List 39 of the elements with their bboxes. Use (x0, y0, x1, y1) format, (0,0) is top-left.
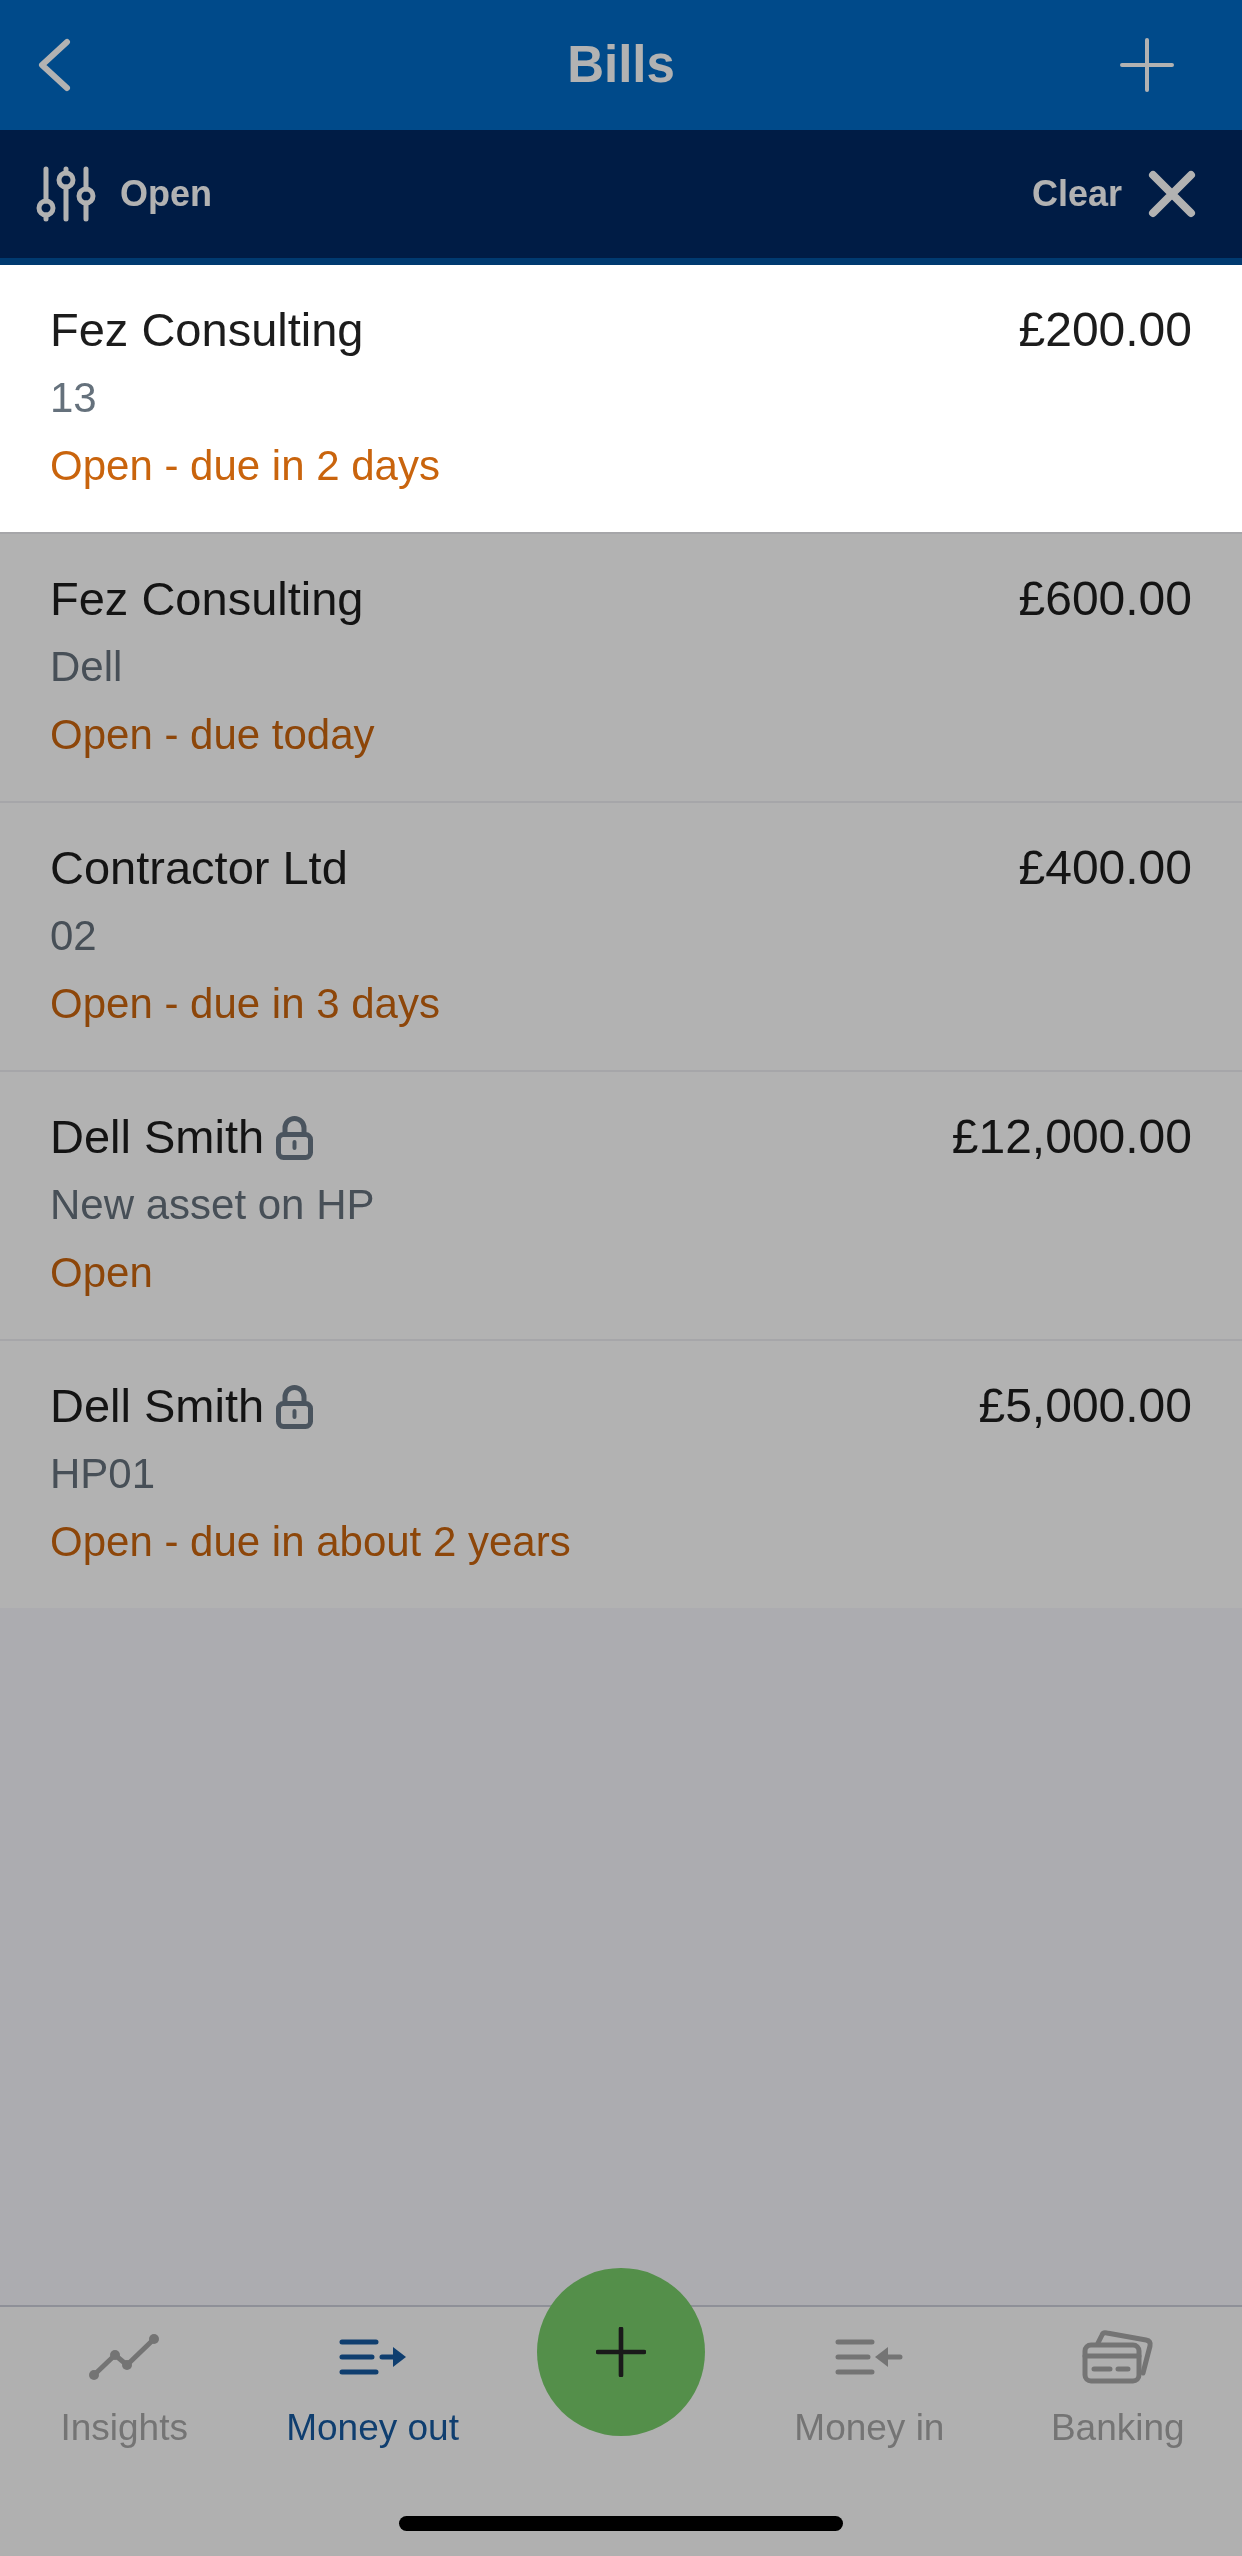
bill-reference: 02 (50, 911, 97, 961)
payee-name: Dell Smith (50, 1109, 265, 1165)
back-button[interactable] (36, 38, 72, 92)
bill-amount: £200.00 (1018, 302, 1192, 358)
chevron-left-icon (36, 38, 72, 92)
bill-status: Open - due today (50, 710, 375, 760)
payee-name: Dell Smith (50, 1378, 265, 1434)
plus-icon (596, 2327, 646, 2377)
payee-name: Contractor Ltd (50, 840, 348, 896)
line-chart-icon (87, 2332, 162, 2382)
bill-row[interactable]: Dell Smith HP01 Open - due in about 2 years £5,000.00 (0, 1339, 1242, 1608)
payee-name: Fez Consulting (50, 302, 364, 358)
bill-status: Open - due in 3 days (50, 979, 440, 1029)
bill-status: Open (50, 1248, 153, 1298)
tab-button[interactable]: Money out (286, 2307, 459, 2450)
add-button[interactable] (1120, 38, 1174, 92)
close-icon (1148, 170, 1196, 218)
bill-row[interactable]: Fez Consulting Dell Open - due today £600.00 (0, 532, 1242, 801)
plus-icon (1120, 38, 1174, 92)
bill-amount: £600.00 (1018, 571, 1192, 627)
bill-reference: HP01 (50, 1449, 156, 1499)
clear-button[interactable]: Clear (1031, 170, 1196, 218)
bill-reference: New asset on HP (50, 1180, 375, 1230)
lines-arrow-left-icon (834, 2337, 905, 2377)
bill-amount: £12,000.00 (951, 1109, 1192, 1165)
bill-status: Open - due in 2 days (50, 441, 440, 491)
payee-name: Fez Consulting (50, 571, 364, 627)
sliders-icon (36, 166, 96, 222)
lines-arrow-right-icon (337, 2337, 408, 2377)
bill-amount: £5,000.00 (978, 1378, 1192, 1434)
bill-reference: Dell (50, 642, 123, 692)
bill-reference: 13 (50, 373, 97, 423)
filter-button[interactable]: Open (36, 166, 212, 222)
cards-icon (1081, 2329, 1154, 2385)
bill-amount: £400.00 (1018, 840, 1192, 896)
bill-row[interactable]: Dell Smith New asset on HP Open £12,000.00 (0, 1070, 1242, 1339)
bill-status: Open - due in about 2 years (50, 1517, 571, 1567)
bill-row[interactable]: Contractor Ltd 02 Open - due in 3 days £400.00 (0, 801, 1242, 1070)
screen-title: Bills (567, 35, 675, 95)
